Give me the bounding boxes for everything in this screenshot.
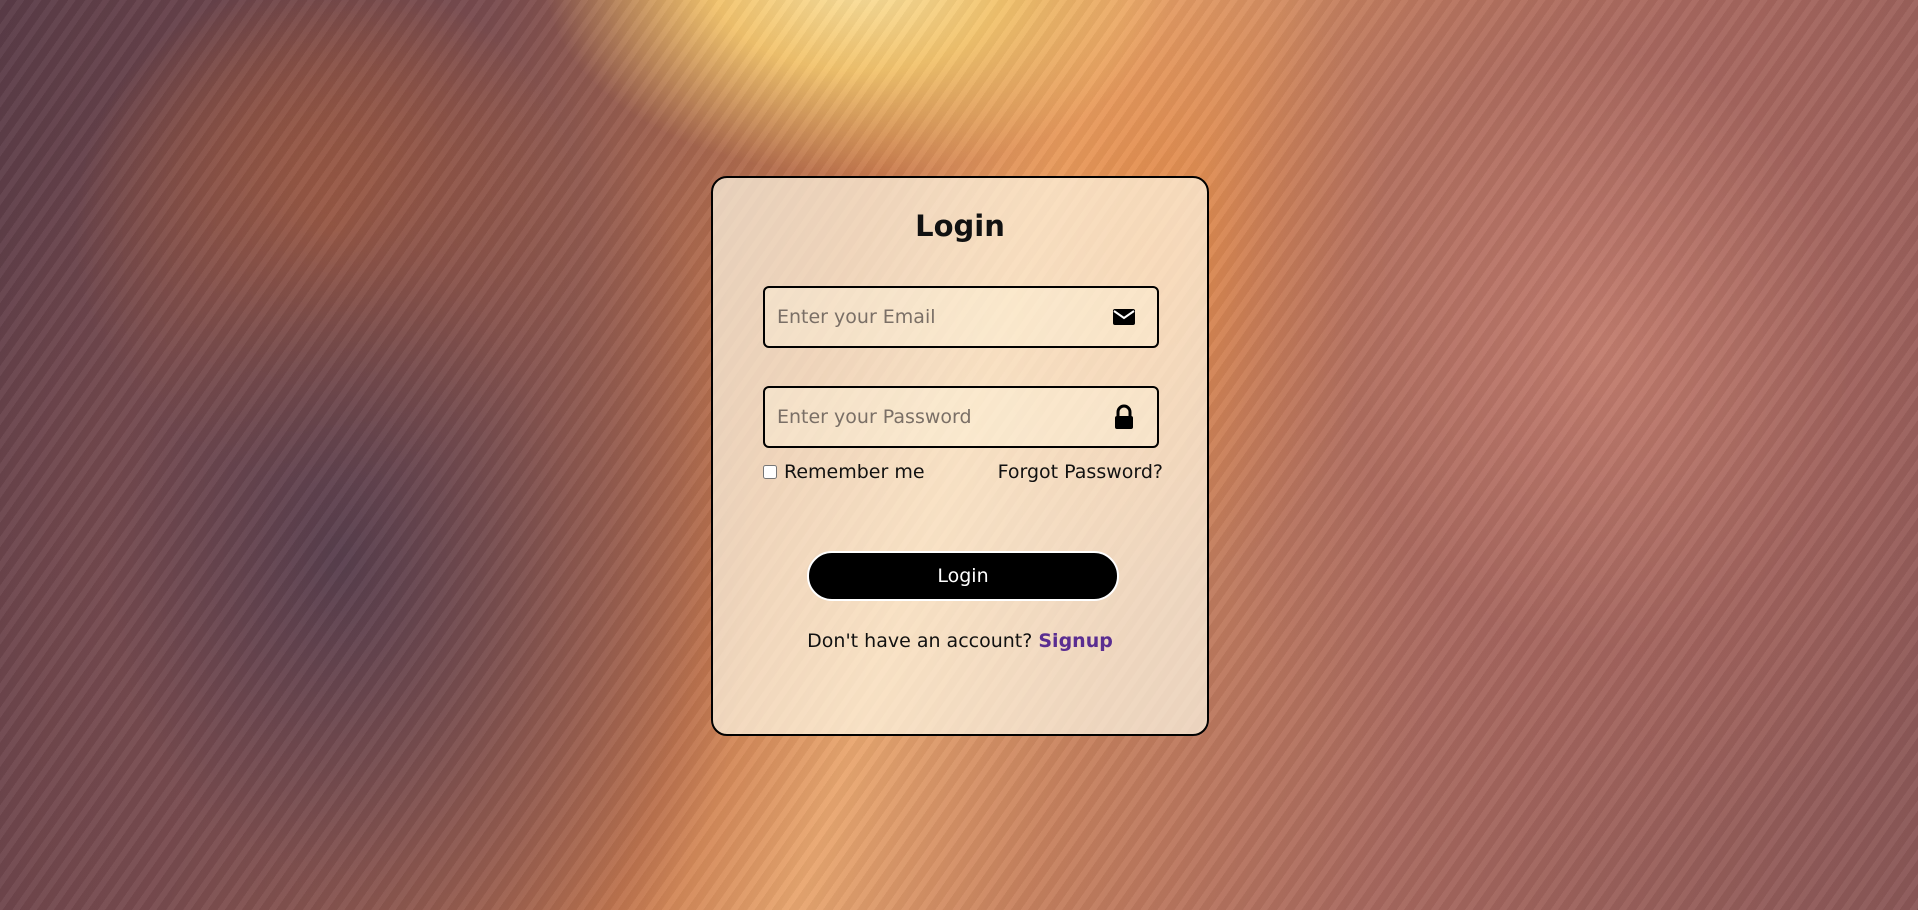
login-button[interactable]: Login [807, 551, 1119, 601]
remember-me-label: Remember me [784, 461, 925, 483]
password-input[interactable] [765, 388, 1157, 446]
email-field [763, 286, 1159, 348]
page-title: Login [915, 209, 1005, 243]
envelope-icon [1111, 304, 1137, 330]
form-options: Remember me Forgot Password? [763, 461, 1163, 487]
signup-prompt: Don't have an account? Signup [713, 630, 1207, 652]
remember-me: Remember me [763, 461, 925, 483]
email-input[interactable] [765, 288, 1157, 346]
login-card: Login Remember me Forgot Password? Login… [711, 176, 1209, 736]
signup-prompt-text: Don't have an account? [807, 630, 1039, 652]
remember-me-checkbox[interactable] [763, 465, 777, 479]
signup-link[interactable]: Signup [1038, 630, 1112, 652]
forgot-password-link[interactable]: Forgot Password? [998, 461, 1163, 483]
lock-icon [1111, 404, 1137, 430]
password-field [763, 386, 1159, 448]
